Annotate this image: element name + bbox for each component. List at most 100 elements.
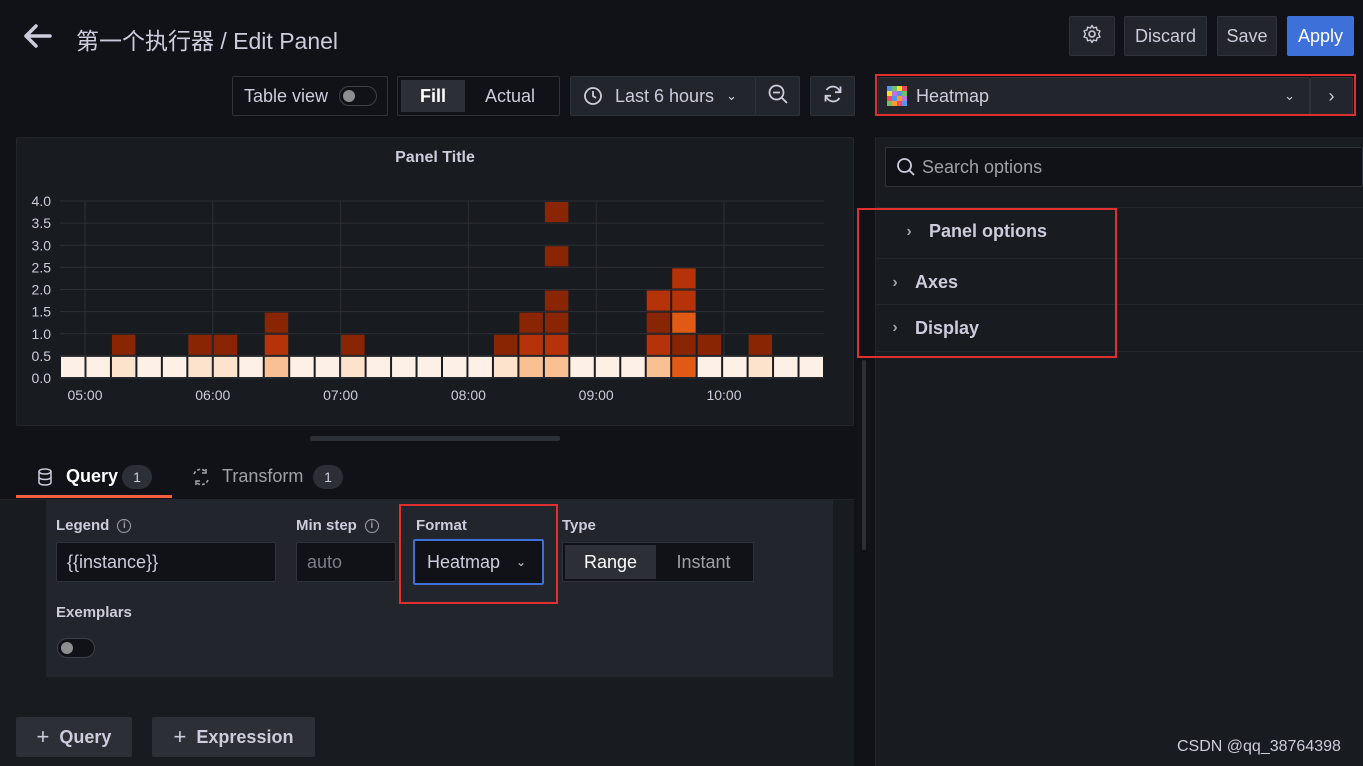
type-radio-group: Range Instant xyxy=(562,542,754,582)
tab-transform[interactable]: Transform 1 xyxy=(180,456,350,498)
heatmap-cell[interactable] xyxy=(544,312,569,333)
heatmap-cell[interactable] xyxy=(544,202,569,223)
section-panel-options[interactable]: › Panel options xyxy=(875,207,1363,255)
table-view-toggle[interactable] xyxy=(339,86,377,106)
heatmap-cell[interactable] xyxy=(672,356,696,377)
tab-transform-count: 1 xyxy=(313,465,343,489)
section-display[interactable]: › Display xyxy=(875,304,1363,352)
heatmap-cell[interactable] xyxy=(723,356,747,377)
heatmap-cell[interactable] xyxy=(672,290,696,311)
clock-icon xyxy=(583,86,603,106)
heatmap-cell[interactable] xyxy=(774,356,798,377)
heatmap-cell[interactable] xyxy=(341,356,365,377)
heatmap-cell[interactable] xyxy=(697,356,722,377)
heatmap-cell[interactable] xyxy=(493,334,518,355)
collapse-options-button[interactable]: › xyxy=(1310,77,1353,115)
heatmap-cell[interactable] xyxy=(621,356,645,377)
apply-button[interactable]: Apply xyxy=(1287,16,1354,56)
settings-button[interactable] xyxy=(1069,16,1115,56)
search-options-input[interactable]: Search options xyxy=(885,147,1363,187)
chevron-right-icon: › xyxy=(906,222,912,240)
heatmap-cell[interactable] xyxy=(264,334,289,355)
heatmap-cell[interactable] xyxy=(544,290,569,311)
y-tick-label: 2.5 xyxy=(32,259,52,275)
heatmap-cell[interactable] xyxy=(61,356,85,377)
heatmap-cell[interactable] xyxy=(341,334,365,355)
y-tick-label: 1.0 xyxy=(32,326,52,342)
chevron-right-icon: › xyxy=(1328,85,1335,106)
heatmap-cell[interactable] xyxy=(213,356,238,377)
heatmap-cell[interactable] xyxy=(188,356,212,377)
heatmap-cell[interactable] xyxy=(646,290,671,311)
info-icon[interactable]: i xyxy=(117,519,132,534)
add-query-label: Query xyxy=(59,726,112,747)
actual-option[interactable]: Actual xyxy=(465,80,555,112)
type-range-option[interactable]: Range xyxy=(565,545,656,579)
search-options-placeholder: Search options xyxy=(922,156,1043,177)
heatmap-cell[interactable] xyxy=(392,356,416,377)
heatmap-cell[interactable] xyxy=(595,356,620,377)
heatmap-cell[interactable] xyxy=(519,334,543,355)
heatmap-cell[interactable] xyxy=(493,356,518,377)
visualization-picker[interactable]: Heatmap ⌄ xyxy=(878,77,1310,115)
y-tick-label: 4.0 xyxy=(32,193,52,209)
legend-input[interactable]: {{instance}} xyxy=(56,542,276,582)
heatmap-cell[interactable] xyxy=(672,268,696,289)
table-view-control[interactable]: Table view xyxy=(232,76,388,116)
heatmap-cell[interactable] xyxy=(672,312,696,333)
heatmap-cell[interactable] xyxy=(162,356,187,377)
heatmap-cell[interactable] xyxy=(213,334,238,355)
heatmap-cell[interactable] xyxy=(443,356,467,377)
tab-query[interactable]: Query 1 xyxy=(16,456,172,498)
discard-button[interactable]: Discard xyxy=(1124,16,1207,56)
heatmap-cell[interactable] xyxy=(570,356,594,377)
fill-actual-group: Fill Actual xyxy=(397,76,560,116)
heatmap-cell[interactable] xyxy=(544,356,569,377)
min-step-input[interactable]: auto xyxy=(296,542,396,582)
y-tick-label: 0.5 xyxy=(32,348,52,364)
heatmap-cell[interactable] xyxy=(544,334,569,355)
save-button[interactable]: Save xyxy=(1217,16,1277,56)
heatmap-cell[interactable] xyxy=(697,334,722,355)
format-select[interactable]: Heatmap ⌄ xyxy=(413,539,544,585)
heatmap-cell[interactable] xyxy=(137,356,161,377)
heatmap-cell[interactable] xyxy=(748,356,773,377)
heatmap-cell[interactable] xyxy=(646,312,671,333)
info-icon[interactable]: i xyxy=(364,519,379,534)
heatmap-cell[interactable] xyxy=(646,334,671,355)
x-tick-label: 09:00 xyxy=(579,387,614,403)
heatmap-cell[interactable] xyxy=(366,356,391,377)
exemplars-toggle[interactable] xyxy=(57,638,95,658)
heatmap-cell[interactable] xyxy=(188,334,212,355)
add-query-button[interactable]: + Query xyxy=(16,717,132,757)
heatmap-cell[interactable] xyxy=(519,356,543,377)
add-expression-button[interactable]: + Expression xyxy=(152,717,315,757)
heatmap-cell[interactable] xyxy=(519,312,543,333)
section-axes[interactable]: › Axes xyxy=(875,258,1363,306)
heatmap-cell[interactable] xyxy=(799,356,823,377)
legend-label: Legend i xyxy=(56,517,132,534)
heatmap-cell[interactable] xyxy=(111,334,136,355)
panel-resize-handle[interactable] xyxy=(310,436,560,441)
time-range-picker[interactable]: Last 6 hours ⌄ xyxy=(570,76,756,116)
type-instant-option[interactable]: Instant xyxy=(656,545,751,579)
heatmap-cell[interactable] xyxy=(290,356,314,377)
zoom-out-button[interactable] xyxy=(755,76,800,116)
heatmap-cell[interactable] xyxy=(646,356,671,377)
refresh-button[interactable] xyxy=(810,76,855,116)
heatmap-cell[interactable] xyxy=(111,356,136,377)
heatmap-cell[interactable] xyxy=(264,356,289,377)
back-arrow-icon[interactable] xyxy=(22,22,54,50)
heatmap-cell[interactable] xyxy=(468,356,492,377)
tab-query-count: 1 xyxy=(122,465,152,489)
heatmap-cell[interactable] xyxy=(239,356,263,377)
pane-splitter[interactable] xyxy=(862,360,866,550)
heatmap-cell[interactable] xyxy=(315,356,340,377)
heatmap-cell[interactable] xyxy=(417,356,441,377)
heatmap-cell[interactable] xyxy=(264,312,289,333)
heatmap-cell[interactable] xyxy=(748,334,773,355)
heatmap-cell[interactable] xyxy=(544,246,569,267)
heatmap-cell[interactable] xyxy=(86,356,110,377)
heatmap-cell[interactable] xyxy=(672,334,696,355)
fill-option[interactable]: Fill xyxy=(401,80,465,112)
